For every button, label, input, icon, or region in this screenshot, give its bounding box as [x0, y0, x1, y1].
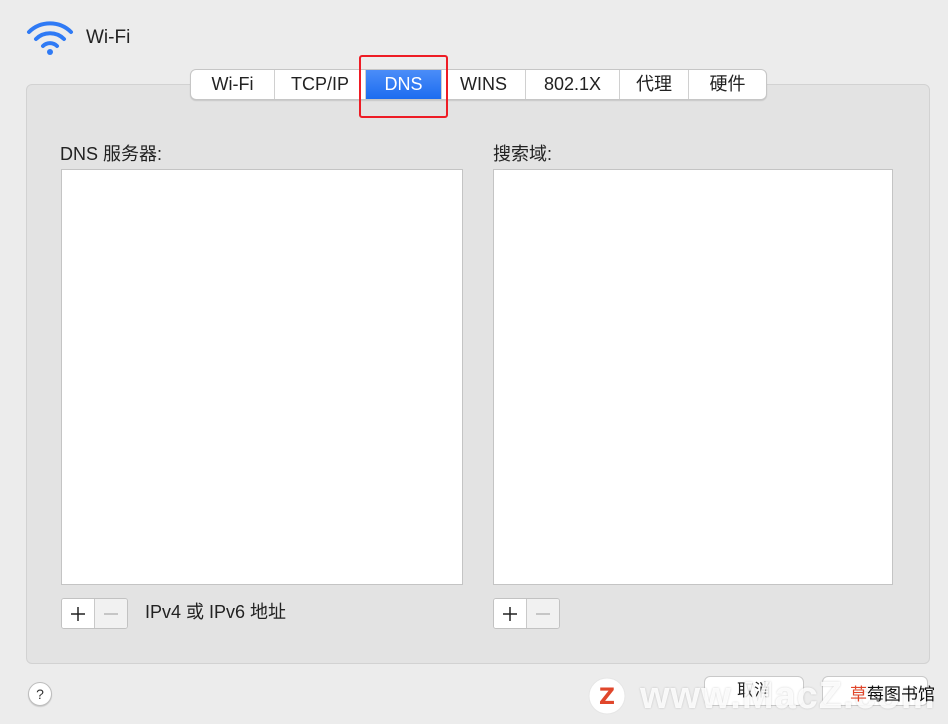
watermark-subtitle-text: 莓图书馆 — [867, 685, 935, 704]
search-domains-list[interactable] — [493, 169, 893, 585]
tab-8021x[interactable]: 802.1X — [526, 70, 620, 99]
macz-logo-icon: Z — [588, 677, 626, 715]
address-hint: IPv4 或 IPv6 地址 — [145, 602, 287, 622]
plus-icon — [503, 606, 517, 621]
watermark-subtitle-accent: 草 — [850, 685, 867, 704]
dns-server-remove-button[interactable] — [94, 599, 127, 628]
plus-icon — [71, 606, 85, 621]
search-domains-add-remove — [493, 598, 560, 629]
dns-servers-add-remove — [61, 598, 128, 629]
dns-servers-list[interactable] — [61, 169, 463, 585]
annotation-highlight-box — [359, 55, 448, 118]
search-domain-add-button[interactable] — [494, 599, 526, 628]
svg-text:Z: Z — [599, 685, 615, 710]
dns-server-add-button[interactable] — [62, 599, 94, 628]
wifi-icon — [27, 21, 73, 55]
tab-hardware[interactable]: 硬件 — [689, 70, 766, 99]
help-button[interactable]: ? — [28, 682, 52, 706]
minus-icon — [104, 612, 118, 615]
tab-wifi[interactable]: Wi-Fi — [191, 70, 275, 99]
window-title: Wi-Fi — [86, 27, 131, 48]
tab-bar: Wi-Fi TCP/IP DNS WINS 802.1X 代理 硬件 — [190, 69, 767, 100]
watermark-subtitle: 草莓图书馆 — [850, 680, 935, 705]
window-header: Wi-Fi — [26, 18, 130, 58]
tab-tcpip[interactable]: TCP/IP — [275, 70, 366, 99]
search-domains-label: 搜索域: — [493, 144, 553, 164]
tab-proxy[interactable]: 代理 — [620, 70, 689, 99]
tab-wins[interactable]: WINS — [442, 70, 526, 99]
minus-icon — [536, 612, 550, 615]
dns-servers-label: DNS 服务器: — [60, 144, 163, 164]
search-domain-remove-button[interactable] — [526, 599, 559, 628]
